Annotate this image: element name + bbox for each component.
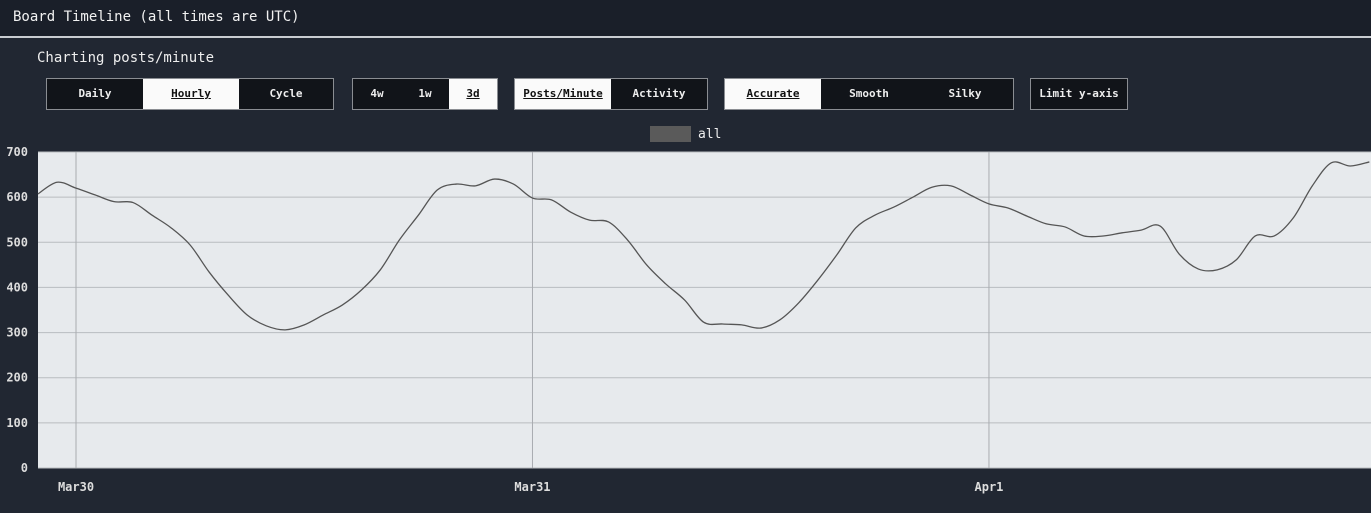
y-tick-label: 200 <box>6 371 28 385</box>
y-tick-label: 100 <box>6 416 28 430</box>
x-tick-label: Mar30 <box>58 480 94 494</box>
y-tick-label: 300 <box>6 326 28 340</box>
y-tick-label: 700 <box>6 145 28 159</box>
y-tick-label: 0 <box>21 461 28 475</box>
y-tick-label: 600 <box>6 190 28 204</box>
x-tick-label: Apr1 <box>975 480 1004 494</box>
plot-area <box>38 152 1371 468</box>
y-tick-label: 500 <box>6 235 28 249</box>
y-tick-label: 400 <box>6 280 28 294</box>
x-tick-label: Mar31 <box>514 480 550 494</box>
line-chart: 0 100 200 300 400 500 600 700 Mar30 Mar31 Apr1 <box>6 145 1371 494</box>
